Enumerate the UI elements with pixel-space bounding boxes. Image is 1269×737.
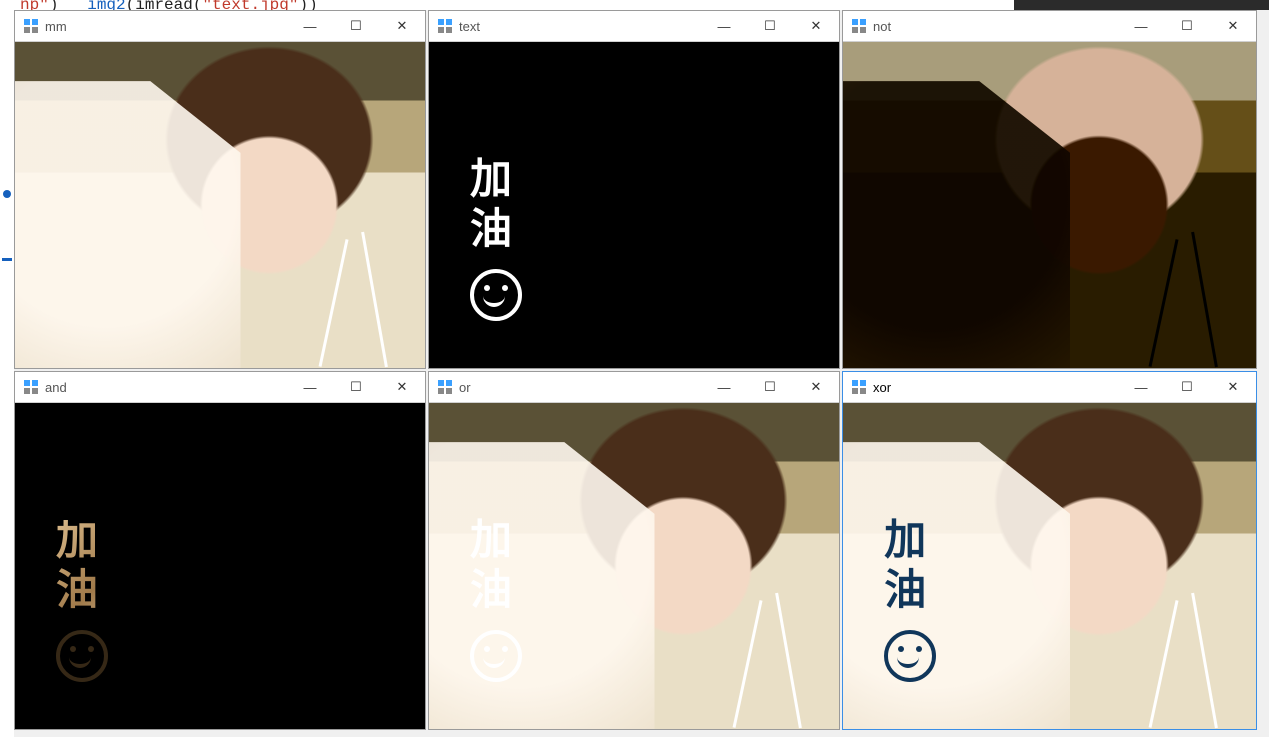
window-title: xor bbox=[873, 380, 891, 395]
minimize-icon: — bbox=[718, 380, 731, 395]
close-icon: ✕ bbox=[811, 18, 822, 34]
close-button[interactable]: ✕ bbox=[1210, 11, 1256, 41]
window-title: not bbox=[873, 19, 891, 34]
window-title: mm bbox=[45, 19, 67, 34]
window-xor[interactable]: xor — ☐ ✕ 加 油 bbox=[842, 371, 1257, 730]
overlay-line-1: 加 bbox=[884, 520, 936, 562]
overlay-line-1: 加 bbox=[470, 520, 522, 562]
image-canvas: 加 油 bbox=[429, 42, 839, 368]
maximize-button[interactable]: ☐ bbox=[747, 11, 793, 41]
minimize-icon: — bbox=[304, 380, 317, 395]
smiley-icon bbox=[470, 630, 522, 682]
overlay-line-2: 油 bbox=[884, 570, 936, 612]
close-icon: ✕ bbox=[397, 379, 408, 395]
close-icon: ✕ bbox=[1228, 18, 1239, 34]
smiley-icon bbox=[56, 630, 108, 682]
maximize-button[interactable]: ☐ bbox=[333, 11, 379, 41]
maximize-icon: ☐ bbox=[350, 379, 362, 395]
maximize-icon: ☐ bbox=[1181, 18, 1193, 34]
minimize-icon: — bbox=[1135, 19, 1148, 34]
close-icon: ✕ bbox=[811, 379, 822, 395]
maximize-icon: ☐ bbox=[764, 18, 776, 34]
minimize-button[interactable]: — bbox=[1118, 11, 1164, 41]
image-canvas bbox=[15, 42, 425, 368]
close-button[interactable]: ✕ bbox=[379, 11, 425, 41]
overlay-text: 加 油 bbox=[470, 159, 522, 321]
maximize-icon: ☐ bbox=[764, 379, 776, 395]
titlebar[interactable]: mm — ☐ ✕ bbox=[15, 11, 425, 42]
maximize-icon: ☐ bbox=[350, 18, 362, 34]
window-title: or bbox=[459, 380, 471, 395]
minimize-button[interactable]: — bbox=[287, 11, 333, 41]
photo-inverted bbox=[843, 42, 1256, 368]
minimize-button[interactable]: — bbox=[701, 11, 747, 41]
titlebar[interactable]: not — ☐ ✕ bbox=[843, 11, 1256, 42]
opencv-app-icon bbox=[851, 18, 867, 34]
overlay-line-2: 油 bbox=[470, 570, 522, 612]
overlay-line-2: 油 bbox=[56, 570, 108, 612]
titlebar[interactable]: or — ☐ ✕ bbox=[429, 372, 839, 403]
overlay-line-1: 加 bbox=[470, 159, 522, 201]
minimize-icon: — bbox=[1135, 380, 1148, 395]
close-icon: ✕ bbox=[397, 18, 408, 34]
opencv-app-icon bbox=[851, 379, 867, 395]
window-not[interactable]: not — ☐ ✕ bbox=[842, 10, 1257, 369]
opencv-app-icon bbox=[437, 18, 453, 34]
smiley-icon bbox=[470, 269, 522, 321]
gutter-marker bbox=[2, 258, 12, 261]
maximize-button[interactable]: ☐ bbox=[1164, 372, 1210, 402]
titlebar[interactable]: xor — ☐ ✕ bbox=[843, 372, 1256, 403]
minimize-button[interactable]: — bbox=[701, 372, 747, 402]
minimize-button[interactable]: — bbox=[287, 372, 333, 402]
maximize-button[interactable]: ☐ bbox=[747, 372, 793, 402]
overlay-text: 加 油 bbox=[56, 520, 108, 682]
overlay-text: 加 油 bbox=[884, 520, 936, 682]
opencv-app-icon bbox=[23, 18, 39, 34]
minimize-button[interactable]: — bbox=[1118, 372, 1164, 402]
window-title: text bbox=[459, 19, 480, 34]
breakpoint-marker[interactable] bbox=[3, 190, 11, 198]
overlay-line-1: 加 bbox=[56, 520, 108, 562]
image-canvas: 加 油 bbox=[429, 403, 839, 729]
smiley-icon bbox=[884, 630, 936, 682]
image-canvas: 加 油 bbox=[843, 403, 1256, 729]
close-button[interactable]: ✕ bbox=[793, 11, 839, 41]
minimize-icon: — bbox=[718, 19, 731, 34]
close-button[interactable]: ✕ bbox=[1210, 372, 1256, 402]
opencv-app-icon bbox=[437, 379, 453, 395]
opencv-app-icon bbox=[23, 379, 39, 395]
minimize-icon: — bbox=[304, 19, 317, 34]
maximize-icon: ☐ bbox=[1181, 379, 1193, 395]
editor-gutter bbox=[0, 10, 14, 737]
window-and[interactable]: and — ☐ ✕ 加 油 bbox=[14, 371, 426, 730]
close-icon: ✕ bbox=[1228, 379, 1239, 395]
overlay-line-2: 油 bbox=[470, 209, 522, 251]
close-button[interactable]: ✕ bbox=[793, 372, 839, 402]
photo-original bbox=[15, 42, 425, 368]
editor-tab-strip bbox=[1014, 0, 1269, 10]
image-canvas bbox=[843, 42, 1256, 368]
titlebar[interactable]: and — ☐ ✕ bbox=[15, 372, 425, 403]
window-mm[interactable]: mm — ☐ ✕ bbox=[14, 10, 426, 369]
maximize-button[interactable]: ☐ bbox=[333, 372, 379, 402]
overlay-text: 加 油 bbox=[470, 520, 522, 682]
titlebar[interactable]: text — ☐ ✕ bbox=[429, 11, 839, 42]
image-canvas: 加 油 bbox=[15, 403, 425, 729]
close-button[interactable]: ✕ bbox=[379, 372, 425, 402]
window-text[interactable]: text — ☐ ✕ 加 油 bbox=[428, 10, 840, 369]
maximize-button[interactable]: ☐ bbox=[1164, 11, 1210, 41]
window-or[interactable]: or — ☐ ✕ 加 油 bbox=[428, 371, 840, 730]
window-title: and bbox=[45, 380, 67, 395]
